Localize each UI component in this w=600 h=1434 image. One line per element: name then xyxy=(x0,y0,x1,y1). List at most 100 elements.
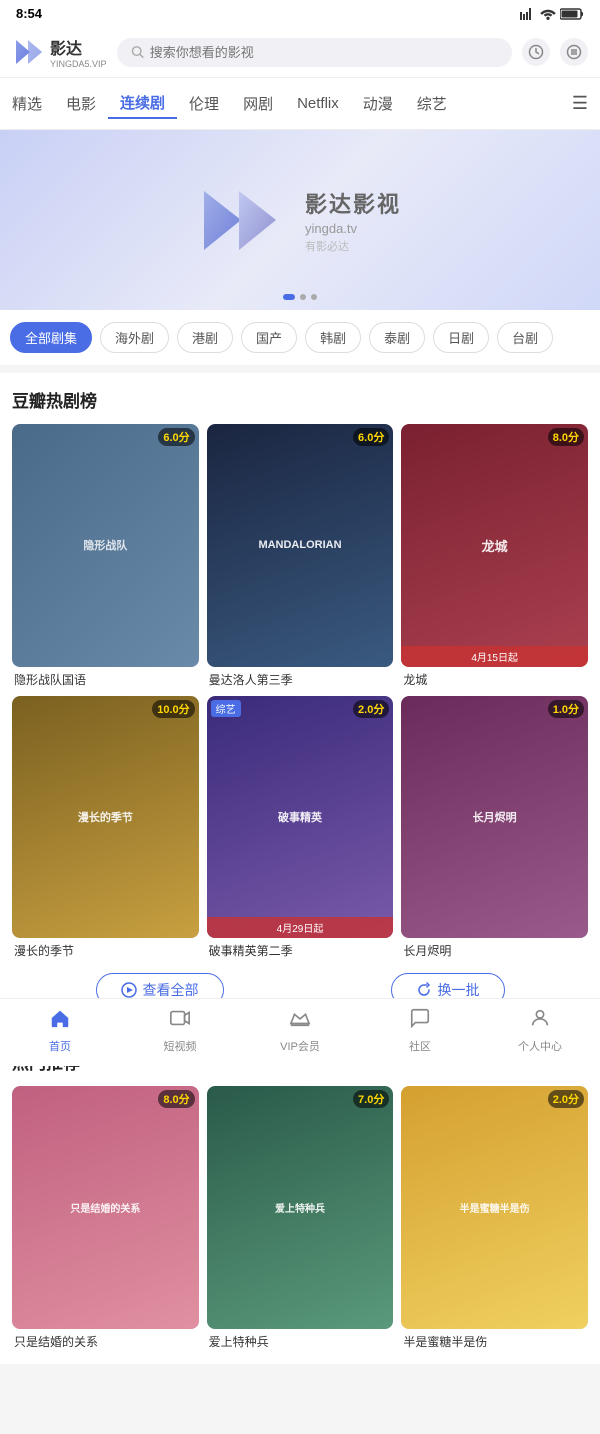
tab-lianjuju[interactable]: 连续剧 xyxy=(108,88,177,119)
nav-vip[interactable]: VIP会员 xyxy=(270,1007,330,1054)
card-title-2: 曼达洛人第三季 xyxy=(207,671,394,688)
play-icon xyxy=(121,982,137,998)
tab-wangju[interactable]: 网剧 xyxy=(231,89,285,118)
banner-logo-icon xyxy=(199,183,289,258)
search-input[interactable] xyxy=(150,45,498,60)
card-title-4: 漫长的季节 xyxy=(12,942,199,959)
nav-community-label: 社区 xyxy=(409,1038,431,1054)
nav-home-label: 首页 xyxy=(49,1038,71,1054)
header-icons xyxy=(522,38,588,66)
banner: 影达影视 yingda.tv 有影必达 xyxy=(0,130,600,310)
list-item[interactable]: 爱上特种兵 7.0分 爱上特种兵 xyxy=(207,1086,394,1350)
history-icon[interactable] xyxy=(522,38,550,66)
card-score-9: 2.0分 xyxy=(548,1090,584,1108)
card-title-8: 爱上特种兵 xyxy=(207,1333,394,1350)
card-score-1: 6.0分 xyxy=(158,428,194,446)
card-date-5: 4月29日起 xyxy=(207,917,394,938)
card-thumb-5: 破事精英 综艺 2.0分 4月29日起 xyxy=(207,696,394,939)
tab-dianying[interactable]: 电影 xyxy=(54,89,108,118)
bottom-nav: 首页 短视频 VIP会员 社区 xyxy=(0,998,600,1066)
card-thumb-6: 长月烬明 1.0分 xyxy=(401,696,588,939)
banner-dots xyxy=(283,294,317,300)
douban-section: 豆瓣热剧榜 隐形战队 6.0分 隐形战队国语 MANDALORIAN xyxy=(0,373,600,1027)
card-thumb-1: 隐形战队 6.0分 xyxy=(12,424,199,667)
card-label-5: 综艺 xyxy=(211,700,241,717)
dot-1 xyxy=(283,294,295,300)
profile-icon xyxy=(529,1007,551,1035)
card-thumb-9: 半是蜜糖半是伤 2.0分 xyxy=(401,1086,588,1329)
nav-community[interactable]: 社区 xyxy=(390,1007,450,1054)
home-icon xyxy=(49,1007,71,1035)
search-icon xyxy=(131,45,144,59)
nav-profile[interactable]: 个人中心 xyxy=(510,1007,570,1054)
card-score-5: 2.0分 xyxy=(353,700,389,718)
menu-icon[interactable] xyxy=(560,38,588,66)
tab-zongyi[interactable]: 综艺 xyxy=(405,89,459,118)
douban-section-title: 豆瓣热剧榜 xyxy=(12,387,588,412)
douban-grid: 隐形战队 6.0分 隐形战队国语 MANDALORIAN 6.0分 曼达洛人第三… xyxy=(12,424,588,959)
card-score-8: 7.0分 xyxy=(353,1090,389,1108)
card-title-3: 龙城 xyxy=(401,671,588,688)
logo: 影达 YINGDA5.VIP xyxy=(12,35,107,69)
pill-japanese[interactable]: 日剧 xyxy=(433,322,489,353)
nav-video-label: 短视频 xyxy=(164,1038,197,1054)
nav-video[interactable]: 短视频 xyxy=(150,1007,210,1054)
banner-url: yingda.tv xyxy=(305,221,401,236)
pill-all[interactable]: 全部剧集 xyxy=(10,322,92,353)
card-title-9: 半是蜜糖半是伤 xyxy=(401,1333,588,1350)
nav-home[interactable]: 首页 xyxy=(30,1007,90,1054)
header: 影达 YINGDA5.VIP xyxy=(0,27,600,78)
card-thumb-7: 只是结婚的关系 8.0分 xyxy=(12,1086,199,1329)
list-item[interactable]: 破事精英 综艺 2.0分 4月29日起 破事精英第二季 xyxy=(207,696,394,960)
dot-3 xyxy=(311,294,317,300)
refresh-icon xyxy=(416,982,432,998)
list-item[interactable]: 只是结婚的关系 8.0分 只是结婚的关系 xyxy=(12,1086,199,1350)
card-title-5: 破事精英第二季 xyxy=(207,942,394,959)
tab-jingxuan[interactable]: 精选 xyxy=(0,89,54,118)
banner-title: 影达影视 xyxy=(305,187,401,219)
tab-netflix[interactable]: Netflix xyxy=(285,91,351,116)
logo-main-text: 影达 xyxy=(50,35,107,59)
pill-hk[interactable]: 港剧 xyxy=(177,322,233,353)
pill-overseas[interactable]: 海外剧 xyxy=(100,322,169,353)
video-icon xyxy=(169,1007,191,1035)
list-item[interactable]: 隐形战队 6.0分 隐形战队国语 xyxy=(12,424,199,688)
list-item[interactable]: MANDALORIAN 6.0分 曼达洛人第三季 xyxy=(207,424,394,688)
pill-taiwan[interactable]: 台剧 xyxy=(497,322,553,353)
card-date-3: 4月15日起 xyxy=(401,646,588,667)
pill-domestic[interactable]: 国产 xyxy=(241,322,297,353)
card-score-7: 8.0分 xyxy=(158,1090,194,1108)
card-thumb-2: MANDALORIAN 6.0分 xyxy=(207,424,394,667)
banner-slogan: 有影必达 xyxy=(305,238,401,254)
list-item[interactable]: 龙城 8.0分 4月15日起 龙城 xyxy=(401,424,588,688)
list-item[interactable]: 漫长的季节 10.0分 漫长的季节 xyxy=(12,696,199,960)
card-title-1: 隐形战队国语 xyxy=(12,671,199,688)
nav-vip-label: VIP会员 xyxy=(280,1038,320,1054)
tab-dongman[interactable]: 动漫 xyxy=(351,89,405,118)
hot-grid: 只是结婚的关系 8.0分 只是结婚的关系 爱上特种兵 7.0分 爱上特种兵 xyxy=(12,1086,588,1350)
hot-section: 热门推荐 只是结婚的关系 8.0分 只是结婚的关系 爱上特种兵 7.0 xyxy=(0,1035,600,1364)
card-score-6: 1.0分 xyxy=(548,700,584,718)
status-bar: 8:54 xyxy=(0,0,600,27)
card-thumb-3: 龙城 8.0分 4月15日起 xyxy=(401,424,588,667)
crown-icon xyxy=(289,1007,311,1035)
more-menu-icon[interactable]: ☰ xyxy=(560,89,600,118)
card-thumb-4: 漫长的季节 10.0分 xyxy=(12,696,199,939)
card-score-4: 10.0分 xyxy=(152,700,194,718)
list-item[interactable]: 长月烬明 1.0分 长月烬明 xyxy=(401,696,588,960)
card-title-7: 只是结婚的关系 xyxy=(12,1333,199,1350)
pill-korean[interactable]: 韩剧 xyxy=(305,322,361,353)
pill-thai[interactable]: 泰剧 xyxy=(369,322,425,353)
search-bar[interactable] xyxy=(117,38,512,67)
status-time: 8:54 xyxy=(16,6,42,21)
card-score-2: 6.0分 xyxy=(353,428,389,446)
card-thumb-8: 爱上特种兵 7.0分 xyxy=(207,1086,394,1329)
list-item[interactable]: 半是蜜糖半是伤 2.0分 半是蜜糖半是伤 xyxy=(401,1086,588,1350)
status-icons xyxy=(520,8,584,20)
category-pills: 全部剧集 海外剧 港剧 国产 韩剧 泰剧 日剧 台剧 xyxy=(0,310,600,365)
nav-profile-label: 个人中心 xyxy=(518,1038,562,1054)
community-icon xyxy=(409,1007,431,1035)
dot-2 xyxy=(300,294,306,300)
tab-lunli[interactable]: 伦理 xyxy=(177,89,231,118)
card-score-3: 8.0分 xyxy=(548,428,584,446)
